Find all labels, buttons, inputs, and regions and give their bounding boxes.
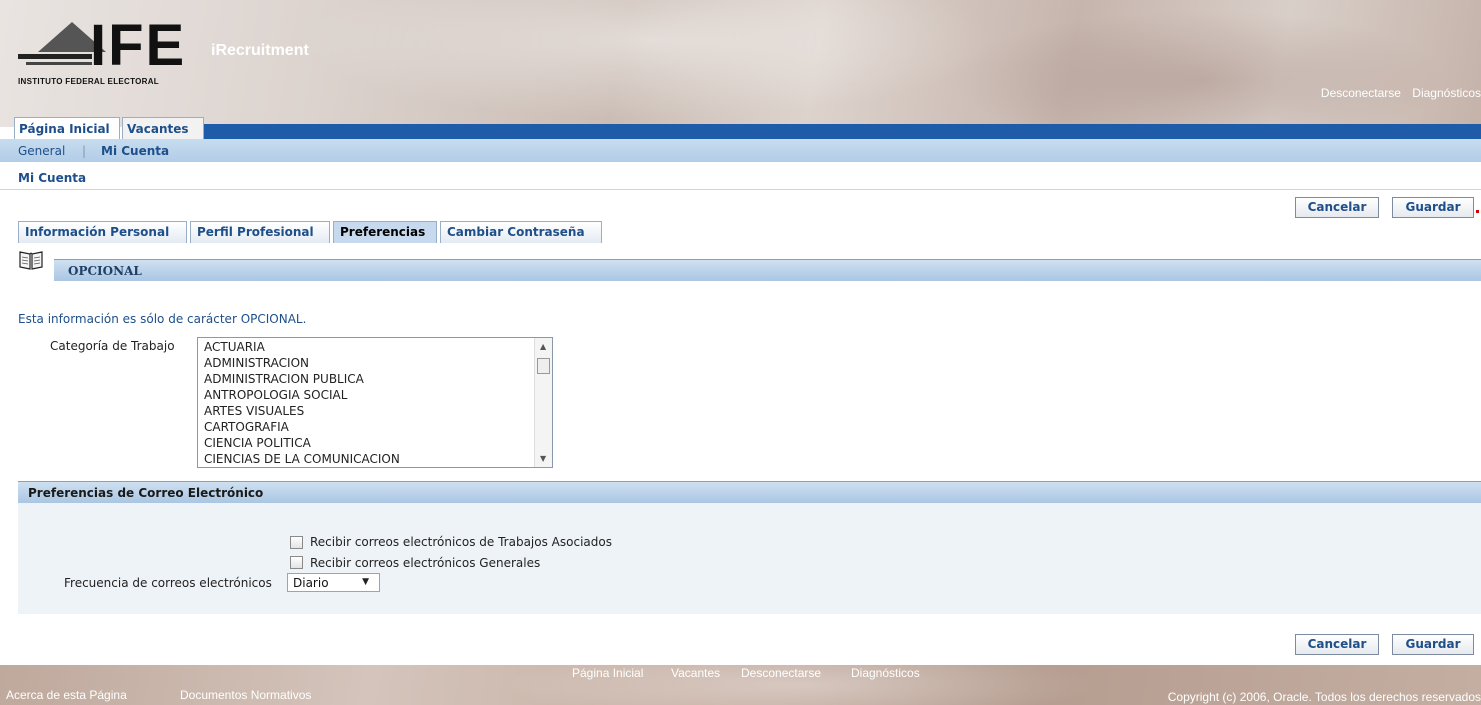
subnav-separator: | [82,144,87,158]
copyright-text: Copyright (c) 2006, Oracle. Todos los de… [1167,690,1481,704]
subtab-change-password[interactable]: Cambiar Contraseña [440,221,602,243]
list-item[interactable]: ACTUARIA [204,339,265,355]
optional-section-title: OPCIONAL [68,264,142,278]
subtab-personal-info[interactable]: Información Personal [18,221,187,243]
optional-info-text: Esta información es sólo de carácter OPC… [18,312,307,326]
footer-vacancies-link[interactable]: Vacantes [671,666,720,680]
cancel-button-bottom[interactable]: Cancelar [1295,634,1379,655]
header-banner: IFE INSTITUTO FEDERAL ELECTORAL iRecruit… [0,0,1481,127]
list-item[interactable]: CIENCIA POLITICA [204,435,311,451]
institution-name: INSTITUTO FEDERAL ELECTORAL [18,77,159,86]
subtab-preferences[interactable]: Preferencias [333,221,437,243]
optional-section-header: OPCIONAL [54,259,1481,281]
listbox-scrollbar[interactable]: ▲ ▼ [534,338,552,467]
email-preferences-header: Preferencias de Correo Electrónico [18,481,1481,503]
footer-home-link[interactable]: Página Inicial [572,666,643,680]
list-item[interactable]: ADMINISTRACION PUBLICA [204,371,364,387]
divider [0,189,1481,190]
sub-navigation: General | Mi Cuenta [0,139,1481,162]
save-button-bottom[interactable]: Guardar [1392,634,1474,655]
book-icon [18,249,44,271]
diagnostics-link[interactable]: Diagnósticos [1412,86,1481,100]
list-item[interactable]: ADMINISTRACION [204,355,309,371]
about-page-link[interactable]: Acerca de esta Página [6,688,127,702]
list-item[interactable]: ARTES VISUALES [204,403,304,419]
subnav-general[interactable]: General [18,144,65,158]
job-category-label: Categoría de Trabajo [50,339,175,353]
red-marker [1476,210,1479,213]
email-preferences-panel [18,503,1481,614]
page-title: Mi Cuenta [18,171,87,185]
cancel-button[interactable]: Cancelar [1295,197,1379,218]
footer-logout-link[interactable]: Desconectarse [741,666,821,680]
chevron-down-icon: ▼ [362,577,369,587]
email-frequency-select[interactable]: Diario ▼ [287,573,380,592]
list-item[interactable]: CIENCIAS DE LA COMUNICACION [204,451,400,467]
tab-vacancies[interactable]: Vacantes [122,117,204,139]
footer: Página Inicial Vacantes Desconectarse Di… [0,665,1481,705]
associated-jobs-email-label: Recibir correos electrónicos de Trabajos… [310,535,612,549]
general-email-checkbox[interactable] [290,556,303,569]
footer-diagnostics-link[interactable]: Diagnósticos [851,666,920,680]
app-name: iRecruitment [211,42,309,59]
global-links: Desconectarse Diagnósticos [1313,86,1481,100]
save-button[interactable]: Guardar [1392,197,1474,218]
associated-jobs-email-checkbox[interactable] [290,536,303,549]
tab-bar: Página Inicial Vacantes [0,117,1481,139]
normative-documents-link[interactable]: Documentos Normativos [180,688,311,702]
email-frequency-label: Frecuencia de correos electrónicos [64,576,272,590]
job-category-listbox[interactable]: ACTUARIA ADMINISTRACION ADMINISTRACION P… [197,337,553,468]
email-preferences-title: Preferencias de Correo Electrónico [28,486,264,500]
subtab-professional-profile[interactable]: Perfil Profesional [190,221,330,243]
subnav-my-account[interactable]: Mi Cuenta [101,144,169,158]
logo-text: IFE [90,13,187,78]
logout-link[interactable]: Desconectarse [1321,86,1401,100]
tab-home[interactable]: Página Inicial [14,117,120,139]
email-frequency-value: Diario [293,576,329,590]
scroll-up-icon[interactable]: ▲ [540,342,546,351]
ife-logo: IFE INSTITUTO FEDERAL ELECTORAL [18,16,218,94]
scroll-down-icon[interactable]: ▼ [540,454,546,463]
general-email-label: Recibir correos electrónicos Generales [310,556,541,570]
list-item[interactable]: ANTROPOLOGIA SOCIAL [204,387,347,403]
list-item[interactable]: CARTOGRAFIA [204,419,289,435]
scroll-thumb[interactable] [537,358,550,374]
